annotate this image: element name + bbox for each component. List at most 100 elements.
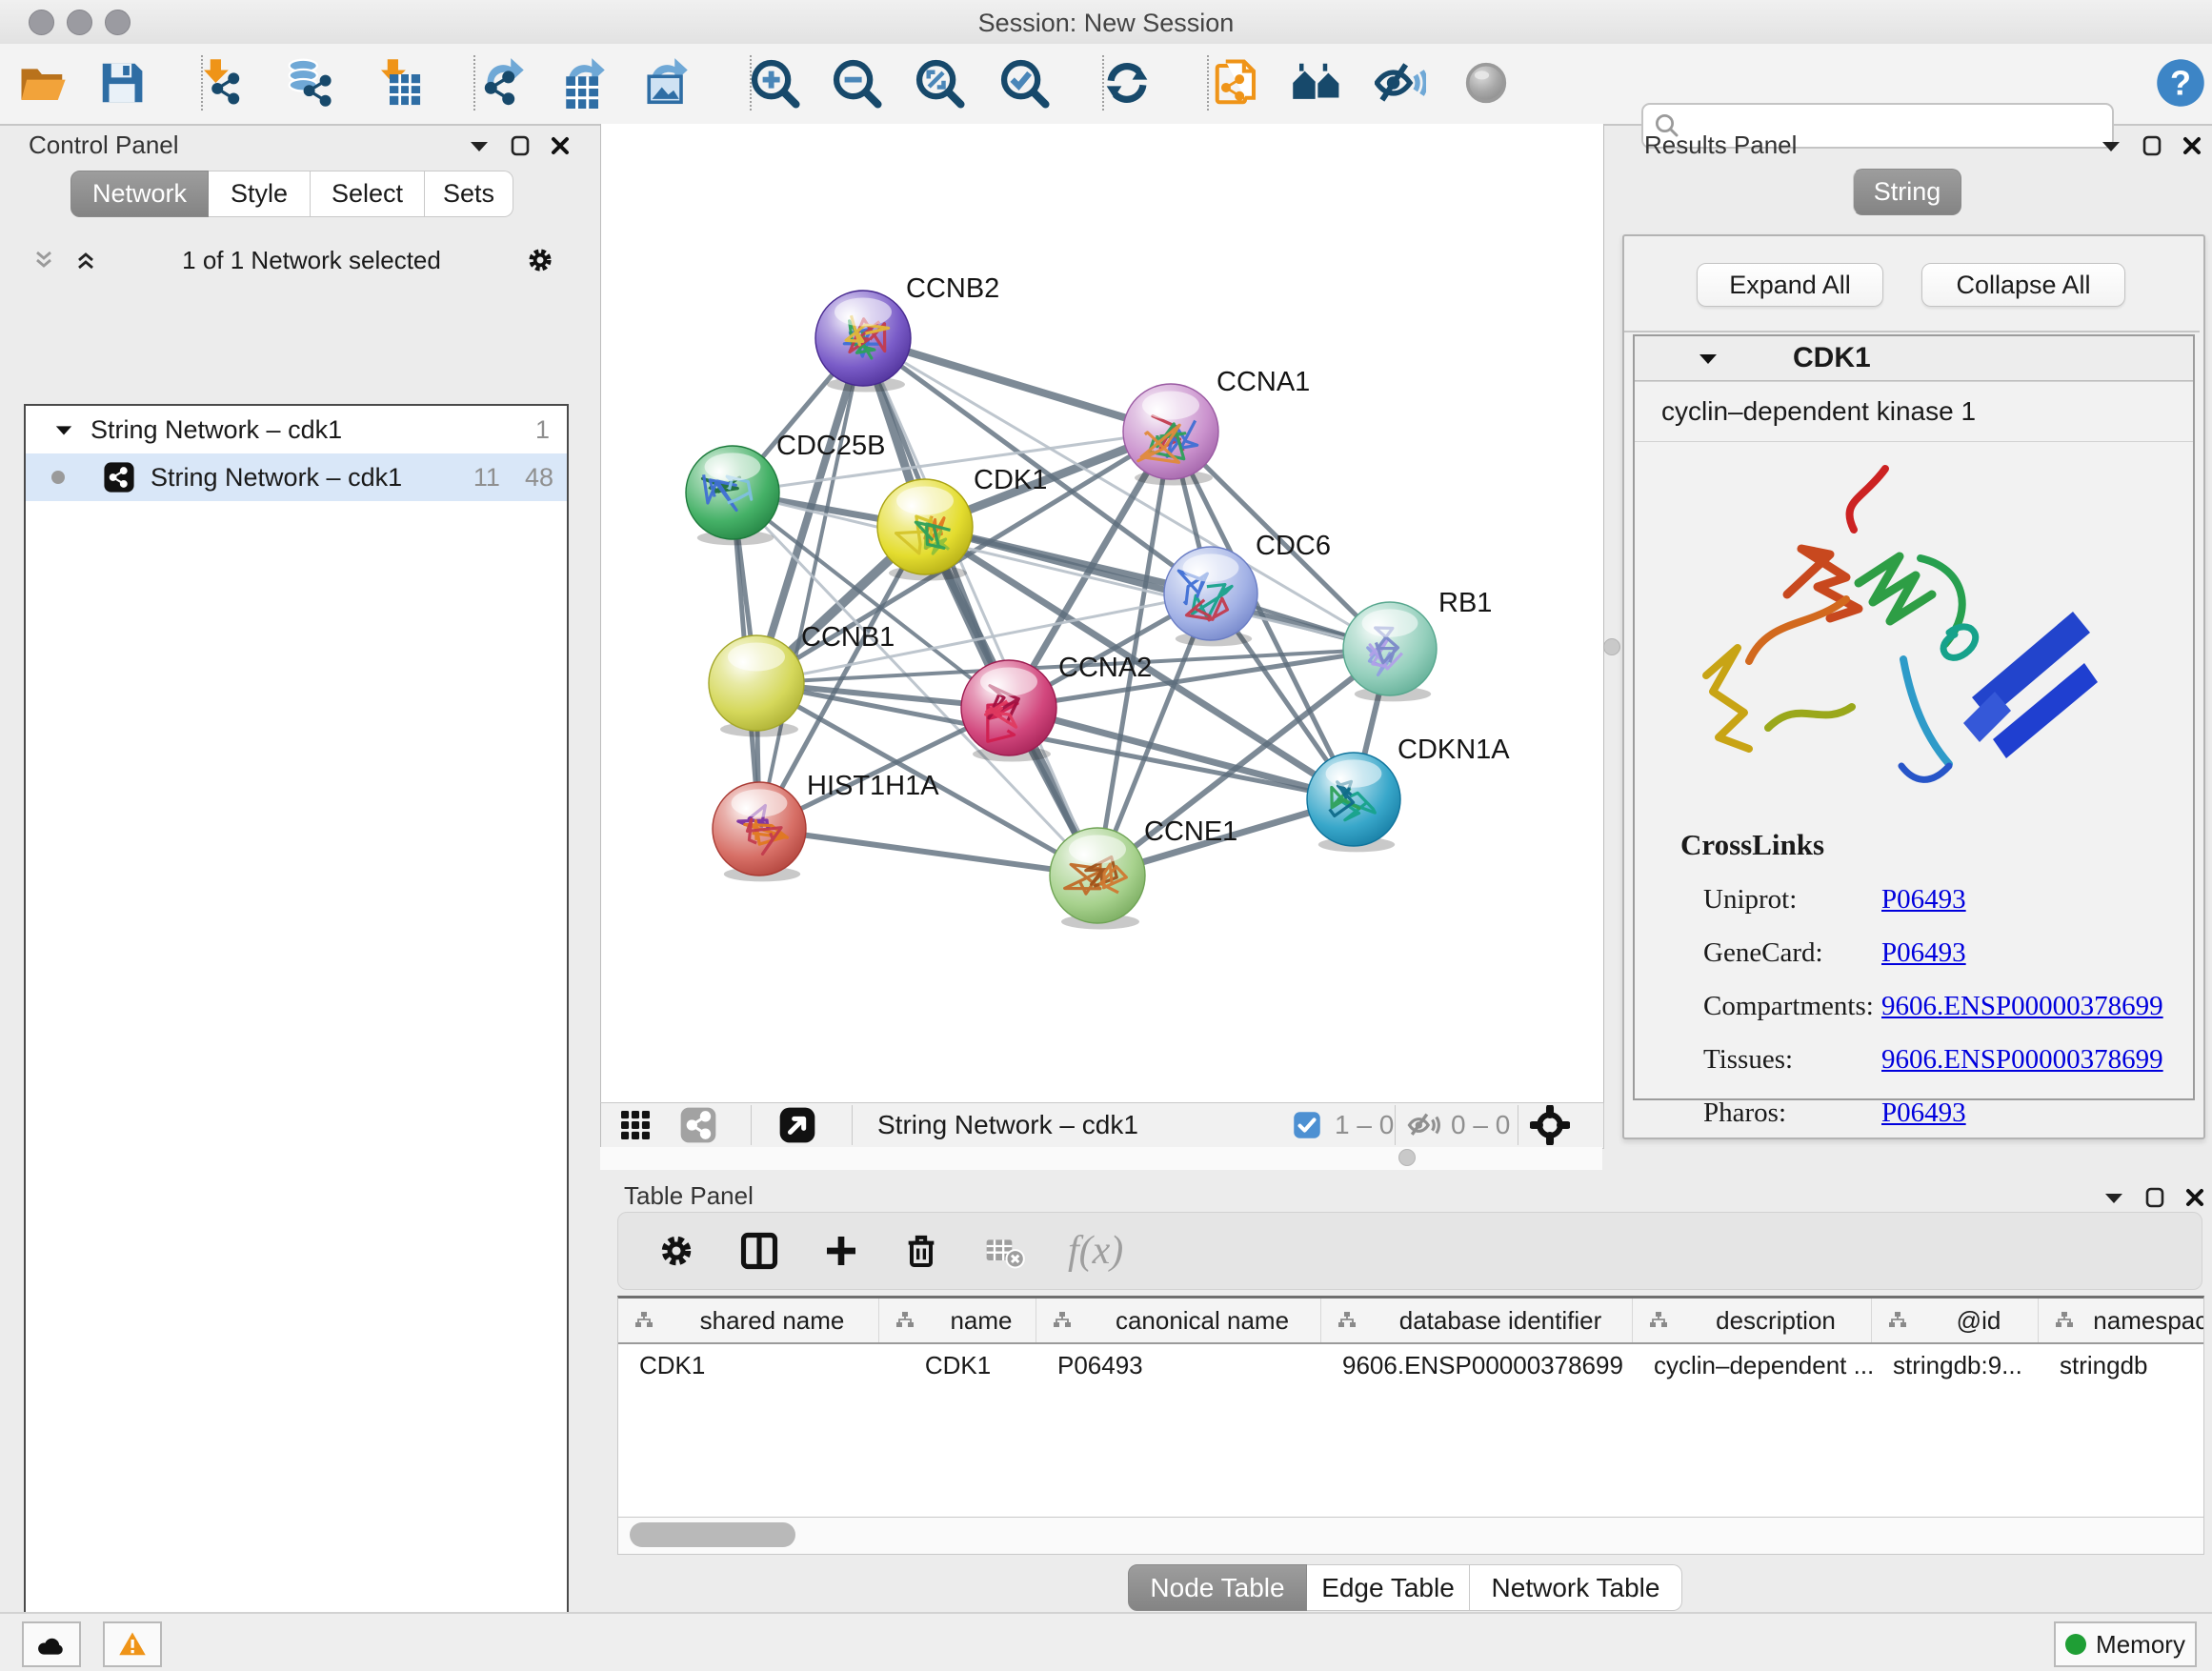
node-CCNB1[interactable]: CCNB1: [709, 622, 895, 737]
gene-section-header[interactable]: CDK1: [1635, 336, 2193, 381]
collapse-section-icon[interactable]: [1698, 352, 1719, 365]
network-style-button[interactable]: [679, 1107, 717, 1143]
node-RB1[interactable]: RB1: [1343, 588, 1492, 701]
scrollbar-thumb[interactable]: [630, 1522, 795, 1547]
selected-checkbox[interactable]: [1293, 1107, 1321, 1143]
export-table-button[interactable]: [552, 53, 611, 112]
help-button[interactable]: ?: [2151, 53, 2210, 112]
tab-select[interactable]: Select: [311, 171, 425, 217]
column-header-canonicalname[interactable]: canonical name: [1036, 1299, 1321, 1342]
results-divider[interactable]: [1602, 124, 1619, 1170]
node-CDKN1A[interactable]: CDKN1A: [1307, 735, 1510, 852]
float-panel-icon[interactable]: [2142, 135, 2162, 156]
close-panel-icon[interactable]: [2185, 1188, 2204, 1207]
network-canvas[interactable]: CCNB2CCNA1CDC25BCDK1CDC6RB1CCNB1CCNA2CDK…: [600, 124, 1604, 1102]
collection-count: 1: [535, 415, 550, 445]
column-header-name[interactable]: name: [879, 1299, 1036, 1342]
import-table-icon: [372, 57, 424, 109]
divider-handle[interactable]: [1603, 638, 1620, 655]
column-header-databaseidentifier[interactable]: database identifier: [1321, 1299, 1633, 1342]
collapse-all-button[interactable]: Collapse All: [1921, 263, 2125, 307]
node-label-CDK1: CDK1: [974, 465, 1047, 495]
node-CDC25B[interactable]: CDC25B: [686, 431, 885, 545]
crosslink-link[interactable]: 9606.ENSP00000378699: [1881, 991, 2163, 1022]
column-header-id[interactable]: @id: [1872, 1299, 2039, 1342]
crosslink-link[interactable]: 9606.ENSP00000378699: [1881, 1044, 2163, 1076]
warnings-button[interactable]: [103, 1621, 162, 1667]
node-HIST1H1A[interactable]: HIST1H1A: [713, 771, 939, 881]
memory-button[interactable]: Memory: [2054, 1621, 2197, 1667]
tab-string[interactable]: String: [1853, 169, 1961, 215]
open-session-button[interactable]: [13, 53, 72, 112]
zoom-in-button[interactable]: [745, 53, 804, 112]
network-options-gear-icon[interactable]: [525, 245, 555, 275]
node-label-CCNE1: CCNE1: [1144, 816, 1237, 847]
close-panel-icon[interactable]: [551, 136, 570, 155]
crosslink-link[interactable]: P06493: [1881, 884, 1966, 916]
expand-all-icon[interactable]: [73, 249, 98, 272]
tab-network[interactable]: Network: [70, 171, 209, 217]
tab-edge-table[interactable]: Edge Table: [1307, 1564, 1470, 1611]
zoom-selected-button[interactable]: [995, 53, 1054, 112]
crosslink-link[interactable]: P06493: [1881, 1097, 1966, 1129]
homes-button[interactable]: [1287, 53, 1346, 112]
node-CCNE1[interactable]: CCNE1: [1050, 816, 1237, 930]
zoom-fit-button[interactable]: [910, 53, 969, 112]
save-session-button[interactable]: [92, 53, 151, 112]
column-header-description[interactable]: description: [1633, 1299, 1872, 1342]
zoom-out-button[interactable]: [827, 53, 886, 112]
collapse-all-icon[interactable]: [31, 249, 56, 272]
close-panel-icon[interactable]: [2182, 136, 2202, 155]
table-settings-gear-icon[interactable]: [656, 1231, 696, 1271]
refresh-button[interactable]: [1097, 53, 1156, 112]
add-column-icon[interactable]: [822, 1232, 860, 1270]
panel-menu-icon[interactable]: [2103, 1191, 2124, 1204]
panel-menu-icon[interactable]: [2101, 139, 2122, 152]
crosslink-link[interactable]: P06493: [1881, 937, 1966, 969]
node-label-CDKN1A: CDKN1A: [1398, 735, 1510, 765]
control-panel-title: Control Panel: [29, 131, 179, 160]
export-image-button[interactable]: [634, 53, 694, 112]
export-network-button[interactable]: [471, 53, 530, 112]
show-columns-icon[interactable]: [738, 1230, 780, 1272]
divider-handle[interactable]: [1398, 1149, 1416, 1166]
eye-button[interactable]: [1457, 53, 1516, 112]
collapse-triangle-icon[interactable]: [54, 423, 73, 436]
tab-style[interactable]: Style: [209, 171, 311, 217]
node-table[interactable]: shared namenamecanonical namedatabase id…: [617, 1296, 2204, 1520]
panel-menu-icon[interactable]: [469, 139, 490, 152]
network-tree-root-row[interactable]: String Network – cdk1 1: [26, 406, 567, 453]
expand-all-button[interactable]: Expand All: [1697, 263, 1883, 307]
cloud-status-button[interactable]: [22, 1621, 81, 1667]
table-horizontal-scrollbar[interactable]: [617, 1517, 2204, 1555]
crosslink-row: Tissues: 9606.ENSP00000378699: [1680, 1044, 2193, 1076]
tab-network-table[interactable]: Network Table: [1470, 1564, 1682, 1611]
column-header-sharedname[interactable]: shared name: [618, 1299, 879, 1342]
float-panel-icon[interactable]: [511, 135, 530, 156]
results-actions-row: Expand All Collapse All: [1624, 236, 2200, 332]
float-panel-icon[interactable]: [2145, 1187, 2164, 1208]
edge-HIST1H1A-CCNE1[interactable]: [759, 829, 1097, 876]
tab-node-table[interactable]: Node Table: [1128, 1564, 1307, 1611]
zoom-fit-icon: [914, 57, 965, 109]
attribute-type-icon: [1646, 1309, 1671, 1332]
save-session-icon: [96, 57, 148, 109]
tab-sets[interactable]: Sets: [425, 171, 513, 217]
show-all-button[interactable]: [1371, 53, 1430, 112]
grid-view-button[interactable]: [618, 1107, 653, 1143]
fit-selected-button[interactable]: [1530, 1107, 1570, 1143]
export-image-icon: [638, 57, 690, 109]
delete-column-icon[interactable]: [902, 1232, 940, 1270]
birds-eye-view-button[interactable]: [778, 1107, 816, 1143]
table-cell: cyclin–dependent ...: [1633, 1344, 1872, 1386]
import-table-button[interactable]: [369, 53, 428, 112]
import-network-database-button[interactable]: [280, 53, 339, 112]
table-panel-divider[interactable]: [600, 1147, 1602, 1170]
column-header-namespace[interactable]: namespace: [2039, 1299, 2204, 1342]
table-row[interactable]: CDK1CDK1P064939606.ENSP00000378699cyclin…: [618, 1344, 2203, 1386]
node-CCNA1[interactable]: CCNA1: [1123, 367, 1310, 486]
share-document-button[interactable]: [1207, 53, 1266, 112]
network-tree-row[interactable]: String Network – cdk1 11 48: [26, 453, 567, 501]
import-network-file-button[interactable]: [191, 53, 251, 112]
network-graph[interactable]: CCNB2CCNA1CDC25BCDK1CDC6RB1CCNB1CCNA2CDK…: [601, 124, 1603, 1102]
